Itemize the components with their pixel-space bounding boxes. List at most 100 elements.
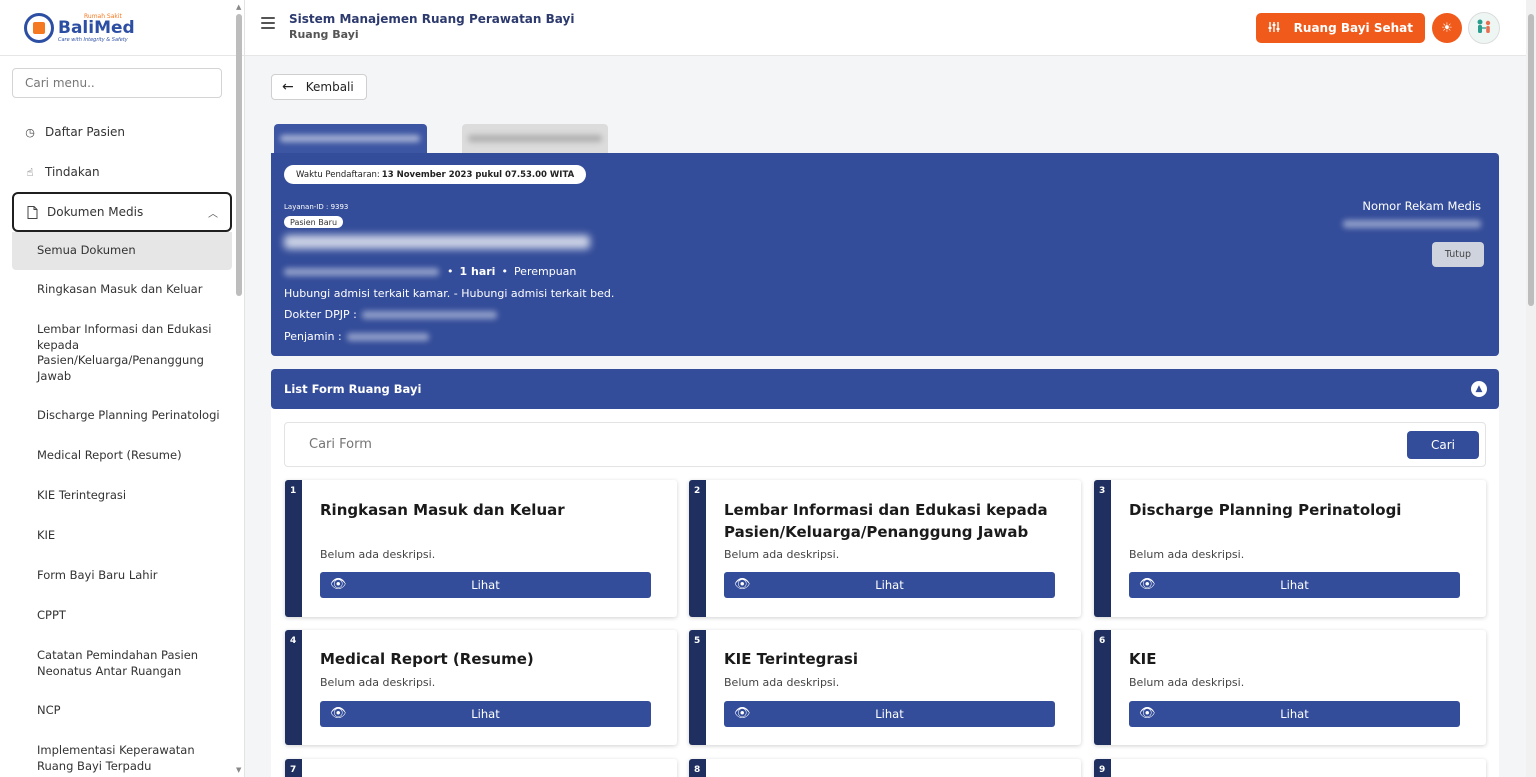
sidebar-submenu: Semua Dokumen Ringkasan Masuk dan Keluar… [0,232,244,777]
scroll-down-arrow-icon[interactable]: ▼ [236,766,241,774]
view-button[interactable]: 👁 Lihat [320,701,651,727]
card-number: 7 [290,765,297,775]
room-select-label: Ruang Bayi Sehat [1293,21,1413,35]
logo[interactable]: Rumah Sakit BaliMed Care with Integrity … [0,0,244,56]
close-button[interactable]: Tutup [1432,242,1484,267]
scroll-up-arrow-icon[interactable]: ▲ [236,3,241,11]
card-title: Medical Report (Resume) [320,650,534,668]
card-number: 3 [1099,486,1106,496]
sidebar-subitem-lembar-informasi[interactable]: Lembar Informasi dan Edukasi kepada Pasi… [0,310,244,396]
sidebar-scrollbar[interactable] [236,14,242,296]
card-description: Belum ada deskripsi. [724,548,840,561]
document-icon [26,205,38,219]
card-description: Belum ada deskripsi. [320,676,436,689]
sidebar-subitem-implementasi-keperawatan[interactable]: Implementasi Keperawatan Ruang Bayi Terp… [0,731,244,777]
sidebar-subitem-form-bayi-baru-lahir[interactable]: Form Bayi Baru Lahir [0,556,244,596]
patient-age: 1 hari [459,265,496,278]
form-card: 3 Discharge Planning Perinatologi Belum … [1094,480,1486,617]
form-list-header[interactable]: List Form Ruang Bayi ▲ [271,369,1499,409]
view-button[interactable]: 👁 Lihat [1129,572,1460,598]
theme-toggle-sun-icon[interactable]: ☀ [1432,13,1462,43]
service-id: Layanan-ID : 9393 [284,203,349,211]
sidebar-subitem-discharge-planning[interactable]: Discharge Planning Perinatologi [0,396,244,436]
view-button[interactable]: 👁 Lihat [724,572,1055,598]
card-description: Belum ada deskripsi. [1129,676,1245,689]
view-button-label: Lihat [471,578,500,592]
eye-icon: 👁 [330,577,347,592]
card-description: Belum ada deskripsi. [724,676,840,689]
form-card: 6 KIE Belum ada deskripsi. 👁 Lihat [1094,630,1486,745]
card-title: KIE [1129,650,1157,668]
doctor-label: Dokter DPJP : [284,308,357,321]
view-button-label: Lihat [471,707,500,721]
card-title: KIE Terintegrasi [724,650,858,668]
card-number: 8 [694,765,701,775]
form-card: 8 [689,759,1081,777]
form-card: 2 Lembar Informasi dan Edukasi kepada Pa… [689,480,1081,617]
topbar: Sistem Manajemen Ruang Perawatan Bayi Ru… [245,0,1526,56]
form-card: 9 [1094,759,1486,777]
card-title: Ringkasan Masuk dan Keluar [320,501,565,519]
search-button[interactable]: Cari [1407,431,1479,459]
chevron-up-icon: ︿ [208,208,218,220]
sidebar-subitem-kie-terintegrasi[interactable]: KIE Terintegrasi [0,476,244,516]
sidebar-search-input[interactable] [12,68,222,98]
card-description: Belum ada deskripsi. [1129,548,1245,561]
sidebar-subitem-ncp[interactable]: NCP [0,691,244,731]
card-number: 9 [1099,765,1106,775]
card-description: Belum ada deskripsi. [320,548,436,561]
back-button-label: Kembali [305,80,354,94]
page-scrollbar[interactable] [1526,0,1536,777]
hand-icon: ☝ [26,165,34,179]
view-button-label: Lihat [875,707,904,721]
card-number: 2 [694,486,701,496]
sidebar: Rumah Sakit BaliMed Care with Integrity … [0,0,245,777]
form-search-input[interactable] [309,437,1209,452]
doctor-row: Dokter DPJP : [284,308,497,321]
view-button[interactable]: 👁 Lihat [724,701,1055,727]
chevron-up-icon[interactable]: ▲ [1471,381,1487,397]
room-select-button[interactable]: Ruang Bayi Sehat [1255,13,1425,43]
sidebar-subitem-kie[interactable]: KIE [0,516,244,556]
view-button-label: Lihat [1280,707,1309,721]
hamburger-menu-icon[interactable] [261,17,275,29]
page-subtitle: Ruang Bayi [289,28,359,41]
sidebar-subitem-catatan-pemindahan[interactable]: Catatan Pemindahan Pasien Neonatus Antar… [0,636,244,691]
sidebar-subitem-ringkasan[interactable]: Ringkasan Masuk dan Keluar [0,270,244,310]
card-number: 4 [290,636,297,646]
registration-value: 13 November 2023 pukul 07.53.00 WITA [381,169,575,180]
app-title: Sistem Manajemen Ruang Perawatan Bayi [289,12,575,26]
form-card: 7 [285,759,677,777]
card-number: 1 [290,486,297,496]
sidebar-item-daftar-pasien[interactable]: ◷ Daftar Pasien [0,112,244,152]
sidebar-subitem-semua-dokumen[interactable]: Semua Dokumen [12,232,232,270]
sidebar-subitem-cppt[interactable]: CPPT [0,596,244,636]
sliders-icon [1268,21,1280,36]
registration-time-pill: Waktu Pendaftaran: 13 November 2023 puku… [284,165,587,184]
sidebar-item-dokumen-medis[interactable]: Dokumen Medis ︿ [12,192,232,232]
guarantor-row: Penjamin : [284,330,429,343]
guarantor-name-redacted [346,332,429,341]
form-card: 1 Ringkasan Masuk dan Keluar Belum ada d… [285,480,677,617]
tab-active-redacted[interactable] [274,124,427,154]
view-button[interactable]: 👁 Lihat [320,572,651,598]
form-list-body: Cari 1 Ringkasan Masuk dan Keluar Belum … [271,409,1499,777]
card-title: Discharge Planning Perinatologi [1129,501,1402,519]
logo-mark-icon [24,12,54,43]
view-button[interactable]: 👁 Lihat [1129,701,1460,727]
back-button[interactable]: ← Kembali [271,74,367,100]
card-number: 6 [1099,636,1106,646]
user-avatar[interactable] [1468,12,1500,44]
sidebar-item-label: Tindakan [45,165,100,179]
tab-inactive-redacted[interactable] [462,124,608,154]
eye-icon: 👁 [734,577,751,592]
sidebar-subitem-medical-report[interactable]: Medical Report (Resume) [0,436,244,476]
sidebar-item-label: Daftar Pasien [45,125,126,139]
eye-icon: 👁 [1139,577,1156,592]
status-badge: Pasien Baru [284,216,344,228]
form-card: 5 KIE Terintegrasi Belum ada deskripsi. … [689,630,1081,745]
form-search-bar: Cari [284,422,1486,467]
patient-name-redacted [284,235,590,249]
sidebar-item-tindakan[interactable]: ☝ Tindakan [0,152,244,192]
card-number: 5 [694,636,701,646]
